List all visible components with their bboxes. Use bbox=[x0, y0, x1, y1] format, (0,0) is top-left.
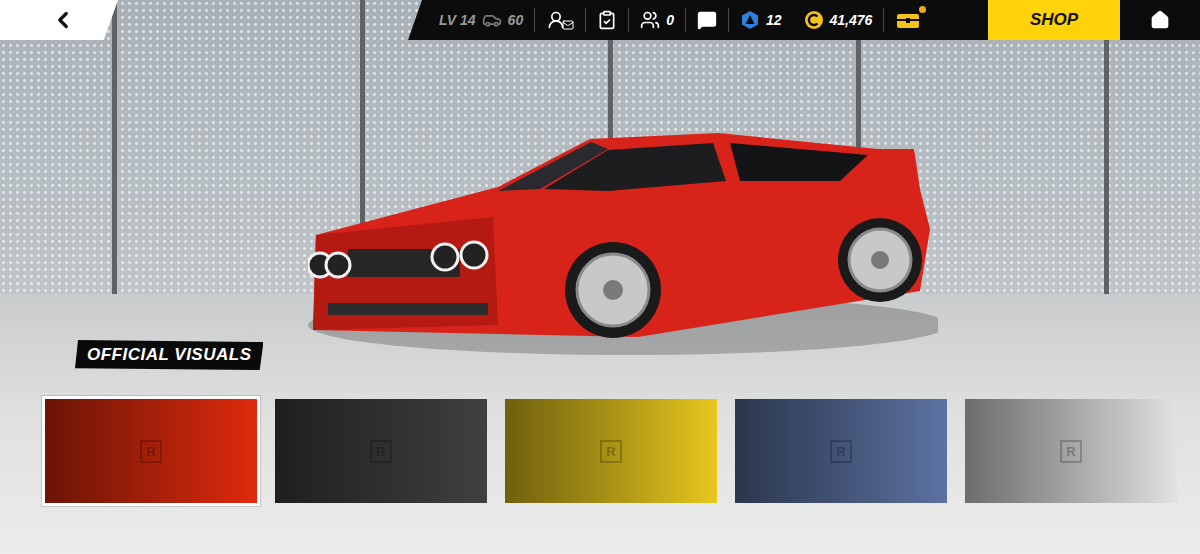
divider bbox=[585, 8, 586, 32]
coin-icon bbox=[804, 10, 824, 30]
level: LV 14 60 bbox=[428, 0, 534, 40]
credits: 41,476 bbox=[793, 0, 884, 40]
car-stage bbox=[0, 40, 1200, 332]
profile-button[interactable] bbox=[535, 0, 585, 40]
chest-icon bbox=[895, 10, 921, 30]
chat-button[interactable] bbox=[686, 0, 728, 40]
friends-count: 0 bbox=[666, 12, 674, 28]
color-swatch[interactable]: R bbox=[42, 396, 260, 506]
divider bbox=[685, 8, 686, 32]
home-icon bbox=[1150, 10, 1170, 30]
divider bbox=[628, 8, 629, 32]
car-image bbox=[308, 125, 938, 360]
home-button[interactable] bbox=[1120, 0, 1200, 40]
color-swatch[interactable]: R bbox=[962, 396, 1180, 506]
rarity-badge: R bbox=[1060, 440, 1082, 463]
car-count: 60 bbox=[508, 12, 524, 28]
divider bbox=[883, 8, 884, 32]
credits-count: 41,476 bbox=[830, 12, 873, 28]
token-icon bbox=[740, 10, 760, 30]
back-button[interactable] bbox=[0, 0, 118, 40]
shop-button[interactable]: SHOP bbox=[988, 0, 1120, 40]
tokens-count: 12 bbox=[766, 12, 782, 28]
color-swatch[interactable]: R bbox=[732, 396, 950, 506]
friends-icon bbox=[640, 10, 660, 30]
tokens: 12 bbox=[729, 0, 793, 40]
status-panel: LV 14 60 0 12 41,476 SHOP bbox=[408, 0, 1200, 40]
label-row: OFFICIAL VISUALS bbox=[0, 340, 1200, 370]
garage-screen: LV 14 60 0 12 41,476 SHOP OFFICIAL VISUALS R R R R… bbox=[0, 0, 1200, 554]
rarity-badge: R bbox=[370, 440, 392, 463]
rarity-badge: R bbox=[600, 440, 622, 463]
rarity-badge: R bbox=[140, 440, 162, 463]
notification-dot bbox=[919, 6, 926, 13]
top-bar: LV 14 60 0 12 41,476 SHOP bbox=[0, 0, 1200, 40]
color-swatch[interactable]: R bbox=[502, 396, 720, 506]
friends-button[interactable]: 0 bbox=[629, 0, 685, 40]
level-text: LV 14 bbox=[439, 12, 476, 28]
color-swatch[interactable]: R bbox=[272, 396, 490, 506]
rarity-badge: R bbox=[830, 440, 852, 463]
divider bbox=[728, 8, 729, 32]
mail-icon bbox=[562, 19, 574, 31]
car-icon bbox=[482, 10, 502, 30]
divider bbox=[534, 8, 535, 32]
section-label: OFFICIAL VISUALS bbox=[75, 340, 263, 370]
clipboard-icon bbox=[597, 10, 617, 30]
back-arrow-icon bbox=[50, 7, 76, 33]
chest-button[interactable] bbox=[884, 0, 932, 40]
chat-icon bbox=[697, 10, 717, 30]
tasks-button[interactable] bbox=[586, 0, 628, 40]
swatch-row: RRRRR bbox=[0, 396, 1200, 506]
